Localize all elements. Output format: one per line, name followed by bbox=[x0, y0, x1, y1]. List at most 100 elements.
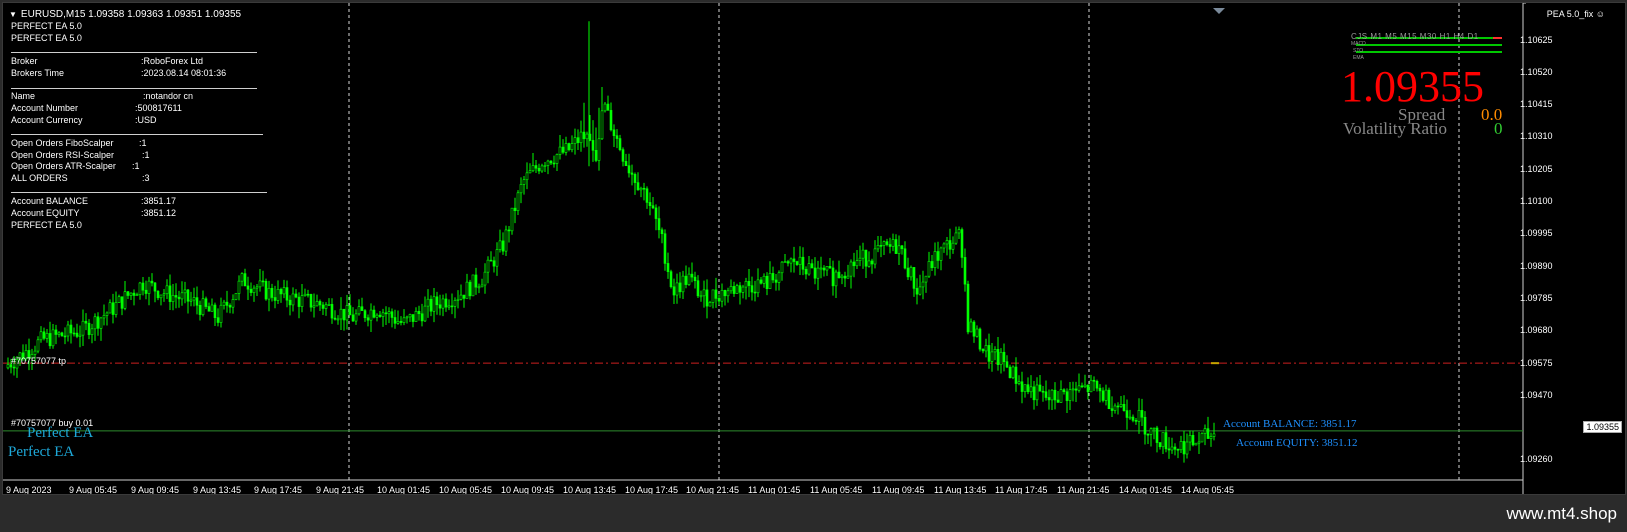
candle-body bbox=[96, 316, 100, 329]
price-tick: 1.09260 bbox=[1520, 454, 1553, 464]
candle-body bbox=[1017, 381, 1021, 384]
candle-body bbox=[63, 335, 67, 338]
candle-body bbox=[720, 290, 724, 302]
candle-body bbox=[798, 256, 802, 265]
time-tick: 10 Aug 13:45 bbox=[563, 485, 617, 495]
candle-body bbox=[345, 305, 349, 321]
candle-body bbox=[321, 304, 325, 309]
candle-body bbox=[1197, 441, 1201, 444]
candle-body bbox=[6, 364, 10, 369]
candle-body bbox=[858, 257, 862, 261]
candle-body bbox=[255, 286, 259, 289]
candle-body bbox=[591, 140, 595, 151]
candle-body bbox=[822, 267, 826, 271]
candle-body bbox=[774, 279, 778, 283]
candle-body bbox=[1119, 404, 1123, 407]
candle-body bbox=[756, 279, 760, 294]
candle-body bbox=[1152, 427, 1156, 430]
candle-body bbox=[474, 274, 478, 288]
candle-body bbox=[363, 310, 367, 319]
candle-body bbox=[195, 297, 199, 306]
candle-body bbox=[159, 294, 163, 299]
candle-body bbox=[984, 345, 988, 352]
candle-body bbox=[519, 184, 523, 194]
candle-body bbox=[354, 313, 358, 322]
info-fibo-row: Open Orders FiboScalper:1 bbox=[11, 138, 147, 148]
candle-body bbox=[615, 135, 619, 139]
candle-body bbox=[711, 289, 715, 303]
info-title-2: PERFECT EA 5.0 bbox=[11, 33, 82, 43]
chart-title: ▼ EURUSD,M15 1.09358 1.09363 1.09351 1.09… bbox=[9, 9, 241, 20]
info-value: :3 bbox=[142, 173, 150, 183]
candle-body bbox=[1188, 435, 1192, 443]
candle-body bbox=[180, 292, 184, 300]
candle-body bbox=[885, 241, 889, 245]
candle-body bbox=[123, 291, 127, 309]
candle-body bbox=[1158, 442, 1162, 448]
candle-body bbox=[309, 294, 313, 308]
candle-body bbox=[795, 261, 799, 265]
candle-body bbox=[852, 261, 856, 267]
candle-body bbox=[510, 207, 514, 232]
candle-body bbox=[1101, 390, 1105, 401]
candle-body bbox=[36, 339, 40, 352]
price-tick: 1.09575 bbox=[1520, 358, 1553, 368]
candle-body bbox=[741, 286, 745, 293]
candle-body bbox=[495, 249, 499, 267]
candle-body bbox=[705, 289, 709, 307]
info-value: :1 bbox=[142, 150, 150, 160]
price-tick: 1.10520 bbox=[1520, 67, 1553, 77]
candle-body bbox=[1050, 389, 1054, 401]
chart-window[interactable]: ▼ EURUSD,M15 1.09358 1.09363 1.09351 1.09… bbox=[2, 2, 1626, 495]
candle-body bbox=[222, 301, 226, 306]
candle-body bbox=[675, 282, 679, 296]
candle-body bbox=[1131, 416, 1135, 421]
candle-body bbox=[471, 274, 475, 297]
info-title-1: PERFECT EA 5.0 bbox=[11, 21, 82, 31]
candle-body bbox=[168, 285, 172, 302]
candle-body bbox=[1182, 441, 1186, 455]
footer-bar: www.mt4.shop bbox=[0, 496, 1627, 532]
candle-body bbox=[789, 258, 793, 264]
candle-body bbox=[1005, 361, 1009, 368]
candle-body bbox=[1071, 388, 1075, 391]
candle-body bbox=[726, 290, 730, 297]
price-tick: 1.09995 bbox=[1520, 228, 1553, 238]
candle-body bbox=[207, 306, 211, 312]
trend-bar bbox=[1356, 51, 1502, 53]
candle-body bbox=[1179, 441, 1183, 451]
candle-body bbox=[600, 110, 604, 140]
collapse-triangle-icon[interactable]: ▼ bbox=[9, 10, 17, 19]
candle-body bbox=[945, 240, 949, 245]
candle-body bbox=[1113, 405, 1117, 411]
candle-body bbox=[39, 331, 43, 341]
candle-body bbox=[1038, 384, 1042, 392]
candle-body bbox=[150, 280, 154, 284]
candle-body bbox=[879, 245, 883, 247]
candle-body bbox=[138, 282, 142, 296]
candle-body bbox=[456, 298, 460, 301]
candle-body bbox=[939, 247, 943, 261]
candle-body bbox=[324, 304, 328, 309]
candle-body bbox=[360, 306, 364, 311]
candle-body bbox=[1146, 433, 1150, 436]
candle-body bbox=[570, 143, 574, 151]
candle-body bbox=[564, 143, 568, 153]
candle-body bbox=[258, 280, 262, 288]
candle-body bbox=[978, 328, 982, 350]
candle-body bbox=[1140, 410, 1144, 418]
volatility-value: 0 bbox=[1494, 119, 1503, 138]
smiley-icon[interactable]: ☺ bbox=[1596, 9, 1605, 19]
candle-body bbox=[1122, 404, 1126, 411]
candle-body bbox=[606, 103, 610, 111]
time-tick: 9 Aug 05:45 bbox=[69, 485, 118, 495]
candle-body bbox=[846, 275, 850, 279]
info-accnum-row: Account Number:500817611 bbox=[11, 103, 182, 113]
candle-body bbox=[813, 267, 817, 279]
candle-body bbox=[330, 304, 334, 319]
candle-body bbox=[1191, 435, 1195, 446]
candle-body bbox=[432, 296, 436, 312]
candle-body bbox=[285, 287, 289, 301]
indicator-row-label: STO bbox=[1353, 48, 1364, 54]
candle-body bbox=[147, 280, 151, 294]
